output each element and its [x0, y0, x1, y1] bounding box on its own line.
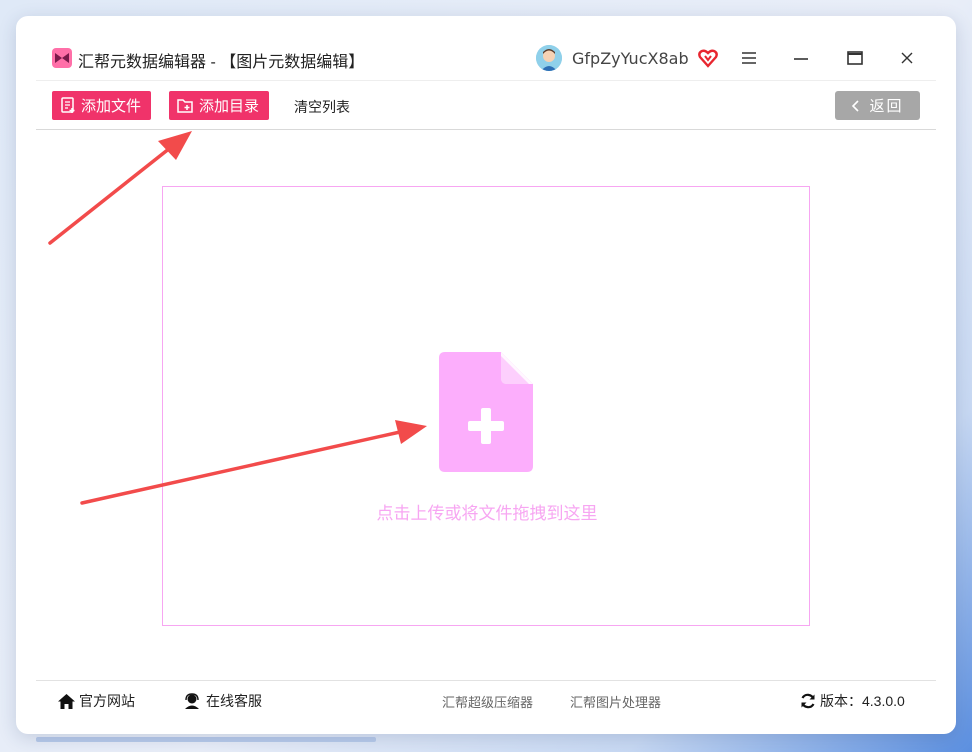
back-button[interactable]: 返回 — [835, 91, 920, 120]
menu-icon[interactable] — [736, 46, 762, 70]
clear-list-button[interactable]: 清空列表 — [294, 97, 350, 117]
taskbar-strip — [36, 737, 376, 742]
close-icon[interactable] — [894, 46, 920, 70]
minimize-icon[interactable] — [788, 46, 814, 70]
toolbar: 添加文件 添加目录 清空列表 返回 — [36, 80, 936, 130]
add-file-label: 添加文件 — [81, 98, 142, 115]
add-directory-label: 添加目录 — [199, 98, 260, 115]
file-dropzone[interactable]: 点击上传或将文件拖拽到这里 — [162, 186, 810, 626]
add-directory-button[interactable]: 添加目录 — [169, 91, 270, 120]
refresh-icon — [801, 693, 815, 709]
online-support-label: 在线客服 — [206, 693, 262, 709]
maximize-icon[interactable] — [842, 46, 868, 70]
official-website-label: 官方网站 — [79, 693, 135, 709]
official-website-link[interactable]: 官方网站 — [58, 691, 135, 711]
support-agent-icon — [185, 693, 199, 709]
app-logo-icon — [52, 48, 72, 68]
back-label: 返回 — [869, 98, 904, 115]
version-label: 版本：4.3.0.0 — [820, 693, 905, 709]
status-bar: 官方网站 在线客服 汇帮超级压缩器 汇帮图片处理器 版本：4.3.0.0 — [36, 680, 936, 716]
user-name[interactable]: GfpZyYucX8ab — [572, 49, 689, 68]
online-support-link[interactable]: 在线客服 — [184, 691, 262, 711]
home-icon — [58, 693, 75, 709]
avatar[interactable] — [536, 45, 562, 71]
dropzone-hint: 点击上传或将文件拖拽到这里 — [376, 504, 598, 523]
add-file-large-icon — [439, 352, 533, 472]
app-window: 汇帮元数据编辑器 - 【图片元数据编辑】 GfpZyYucX8ab 添加文件 添… — [36, 36, 936, 716]
compressor-link[interactable]: 汇帮超级压缩器 — [442, 692, 533, 711]
title-bar: 汇帮元数据编辑器 - 【图片元数据编辑】 GfpZyYucX8ab — [36, 36, 936, 80]
vip-heart-icon[interactable] — [697, 47, 719, 69]
chevron-left-icon — [852, 99, 860, 112]
window-title: 汇帮元数据编辑器 - 【图片元数据编辑】 — [78, 54, 365, 71]
add-folder-icon — [177, 98, 193, 113]
add-file-button[interactable]: 添加文件 — [52, 91, 152, 120]
user-area[interactable]: GfpZyYucX8ab — [536, 44, 719, 72]
add-file-icon — [61, 97, 75, 113]
image-processor-link[interactable]: 汇帮图片处理器 — [570, 692, 661, 711]
version-info[interactable]: 版本：4.3.0.0 — [800, 691, 905, 711]
